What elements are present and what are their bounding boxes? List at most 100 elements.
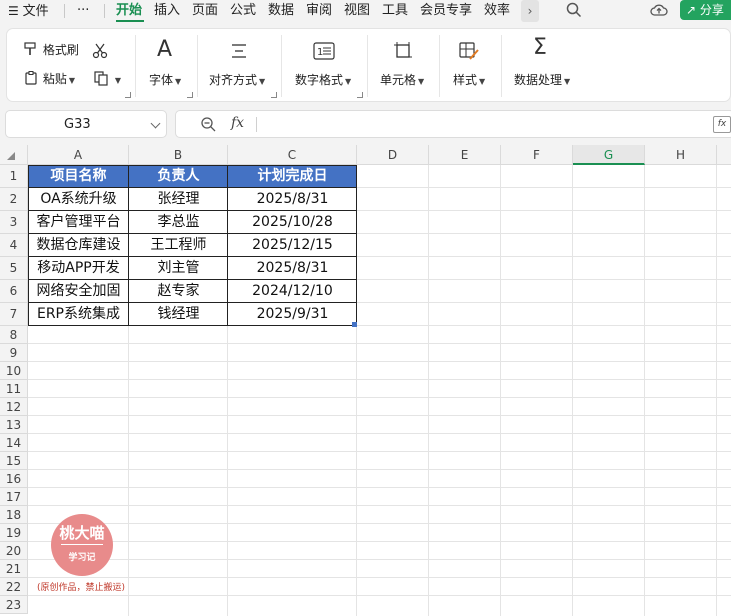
share-button[interactable]: ↗ 分享	[680, 0, 731, 20]
table-cell[interactable]: 赵专家	[129, 280, 228, 303]
table-cell[interactable]: OA系统升级	[28, 188, 129, 211]
column-header-b[interactable]: B	[129, 145, 228, 165]
row-header[interactable]: 4	[0, 234, 28, 257]
dialog-launcher-icon[interactable]	[187, 92, 193, 98]
paste-button[interactable]: 粘贴 ▼	[23, 70, 75, 87]
align-button[interactable]: 对齐方式 ▼	[209, 71, 265, 88]
chevron-down-icon[interactable]	[150, 118, 161, 129]
column-header-a[interactable]: A	[28, 145, 129, 165]
formula-bar[interactable]: fx fx	[175, 110, 731, 138]
column-header-d[interactable]: D	[357, 145, 429, 165]
gridline	[28, 343, 731, 344]
row-header[interactable]: 6	[0, 280, 28, 303]
number-format-button[interactable]: 数字格式 ▼	[295, 71, 351, 88]
chevron-down-icon: ▼	[345, 77, 352, 86]
table-resize-handle[interactable]	[352, 322, 357, 327]
dialog-launcher-icon[interactable]	[125, 92, 131, 98]
dialog-launcher-icon[interactable]	[271, 92, 277, 98]
row-header[interactable]: 15	[0, 452, 28, 470]
ribbon-separator	[367, 35, 368, 97]
row-header[interactable]: 20	[0, 542, 28, 560]
column-header-e[interactable]: E	[429, 145, 501, 165]
table-cell[interactable]: ERP系统集成	[28, 303, 129, 326]
table-cell[interactable]: 2025/8/31	[228, 257, 357, 280]
row-header[interactable]: 7	[0, 303, 28, 326]
dialog-launcher-icon[interactable]	[357, 92, 363, 98]
row-header[interactable]: 13	[0, 416, 28, 434]
row-header[interactable]: 2	[0, 188, 28, 211]
format-painter-button[interactable]: 格式刷	[23, 41, 79, 58]
table-cell[interactable]: 移动APP开发	[28, 257, 129, 280]
style-button[interactable]: 样式 ▼	[453, 71, 485, 88]
table-cell[interactable]: 2024/12/10	[228, 280, 357, 303]
tab-efficiency[interactable]: 效率	[484, 2, 510, 20]
cut-icon[interactable]	[91, 42, 109, 60]
tab-view[interactable]: 视图	[344, 2, 370, 20]
active-tab-underline	[116, 20, 144, 22]
tab-review[interactable]: 审阅	[306, 2, 332, 20]
table-cell[interactable]: 钱经理	[129, 303, 228, 326]
fx-icon[interactable]: fx	[231, 115, 244, 131]
column-header-h[interactable]: H	[645, 145, 717, 165]
more-tabs-arrow[interactable]: ›	[521, 0, 539, 22]
column-header-c[interactable]: C	[228, 145, 357, 165]
copy-button[interactable]: ▼	[93, 70, 121, 86]
row-header[interactable]: 21	[0, 560, 28, 578]
tab-page[interactable]: 页面	[192, 2, 218, 20]
tab-data[interactable]: 数据	[268, 2, 294, 20]
row-header[interactable]: 10	[0, 362, 28, 380]
row-header[interactable]: 22	[0, 578, 28, 596]
row-header[interactable]: 19	[0, 524, 28, 542]
table-cell[interactable]: 张经理	[129, 188, 228, 211]
table-cell[interactable]: 2025/12/15	[228, 234, 357, 257]
cell-icon	[394, 42, 412, 58]
row-header[interactable]: 5	[0, 257, 28, 280]
file-menu[interactable]: ☰ 文件	[8, 2, 49, 20]
row-header[interactable]: 1	[0, 165, 28, 188]
row-header[interactable]: 18	[0, 506, 28, 524]
tab-home[interactable]: 开始	[116, 2, 142, 20]
row-header[interactable]: 12	[0, 398, 28, 416]
row-header[interactable]: 16	[0, 470, 28, 488]
column-header-g[interactable]: G	[573, 145, 645, 165]
more-menu-dots[interactable]: ···	[77, 2, 89, 20]
cloud-upload-icon[interactable]	[650, 2, 668, 18]
table-cell[interactable]: 王工程师	[129, 234, 228, 257]
table-cell[interactable]: 李总监	[129, 211, 228, 234]
tab-insert[interactable]: 插入	[154, 2, 180, 20]
font-button[interactable]: 字体 ▼	[149, 71, 181, 88]
table-cell[interactable]: 客户管理平台	[28, 211, 129, 234]
table-cell[interactable]: 2025/10/28	[228, 211, 357, 234]
table-header-cell[interactable]: 项目名称	[28, 165, 129, 188]
table-cell[interactable]: 2025/8/31	[228, 188, 357, 211]
table-cell[interactable]: 刘主管	[129, 257, 228, 280]
cell-button[interactable]: 单元格 ▼	[380, 71, 424, 88]
chevron-down-icon: ▼	[259, 77, 266, 86]
row-header[interactable]: 11	[0, 380, 28, 398]
column-header-f[interactable]: F	[501, 145, 573, 165]
select-all-corner[interactable]	[0, 145, 28, 165]
row-header[interactable]: 14	[0, 434, 28, 452]
gridline	[28, 361, 731, 362]
tab-formula[interactable]: 公式	[230, 2, 256, 20]
chevron-down-icon: ▼	[68, 76, 75, 85]
table-cell[interactable]: 网络安全加固	[28, 280, 129, 303]
column-header-next[interactable]	[717, 145, 731, 165]
table-cell[interactable]: 2025/9/31	[228, 303, 357, 326]
zoom-search-icon[interactable]	[200, 116, 217, 133]
data-process-button[interactable]: 数据处理 ▼	[514, 71, 570, 88]
ribbon-separator	[197, 35, 198, 97]
row-header[interactable]: 3	[0, 211, 28, 234]
table-header-cell[interactable]: 计划完成日	[228, 165, 357, 188]
name-box[interactable]: G33	[5, 110, 167, 138]
table-cell[interactable]: 数据仓库建设	[28, 234, 129, 257]
row-header[interactable]: 17	[0, 488, 28, 506]
search-icon[interactable]	[566, 2, 582, 18]
table-header-cell[interactable]: 负责人	[129, 165, 228, 188]
row-header[interactable]: 23	[0, 596, 28, 614]
function-wizard-icon[interactable]: fx	[713, 116, 731, 133]
row-header[interactable]: 8	[0, 326, 28, 344]
tab-tools[interactable]: 工具	[382, 2, 408, 20]
row-header[interactable]: 9	[0, 344, 28, 362]
tab-member[interactable]: 会员专享	[420, 2, 472, 20]
